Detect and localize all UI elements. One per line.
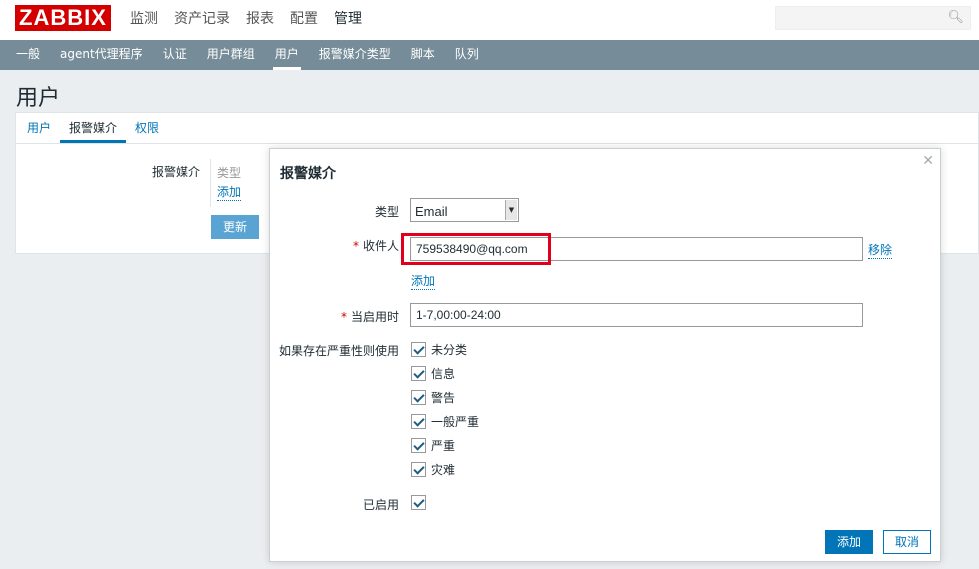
subnav-users[interactable]: 用户 bbox=[265, 40, 309, 70]
close-icon[interactable]: ✕ bbox=[922, 153, 934, 169]
search-icon[interactable]: 🔍︎ bbox=[947, 10, 964, 25]
subnav-authentication[interactable]: 认证 bbox=[153, 40, 197, 70]
dialog-title: 报警媒介 bbox=[280, 166, 336, 182]
required-asterisk: * bbox=[352, 239, 359, 253]
menu-monitoring[interactable]: 监测 bbox=[122, 0, 166, 40]
sub-nav: 一般 agent代理程序 认证 用户群组 用户 报警媒介类型 脚本 队列 bbox=[0, 40, 979, 70]
tab-user[interactable]: 用户 bbox=[18, 113, 60, 143]
chevron-down-icon[interactable]: ▼ bbox=[505, 200, 517, 220]
page-title: 用户 bbox=[16, 86, 61, 111]
subnav-proxies[interactable]: agent代理程序 bbox=[50, 40, 153, 70]
checkbox[interactable] bbox=[411, 414, 426, 429]
severity-average[interactable]: 一般严重 bbox=[411, 413, 479, 430]
main-menu: 监测 资产记录 报表 配置 管理 bbox=[122, 0, 370, 40]
severity-not-classified[interactable]: 未分类 bbox=[411, 341, 467, 358]
type-select-value: Email bbox=[415, 204, 448, 219]
type-label: 类型 bbox=[374, 205, 399, 219]
checkbox[interactable] bbox=[411, 366, 426, 381]
cancel-button[interactable]: 取消 bbox=[883, 530, 931, 554]
type-select[interactable]: Email ▼ bbox=[410, 198, 519, 222]
subnav-user-groups[interactable]: 用户群组 bbox=[197, 40, 265, 70]
menu-administration[interactable]: 管理 bbox=[326, 0, 370, 40]
when-active-input[interactable]: 1-7,00:00-24:00 bbox=[410, 303, 863, 327]
when-active-label: * 当启用时 bbox=[340, 310, 399, 324]
media-label: 报警媒介 bbox=[152, 165, 201, 179]
checkbox[interactable] bbox=[411, 342, 426, 357]
checkbox[interactable] bbox=[411, 438, 426, 453]
media-dialog: 报警媒介 ✕ 类型 Email ▼ * 收件人 759538490@qq.com … bbox=[269, 148, 941, 562]
tab-permissions[interactable]: 权限 bbox=[126, 113, 168, 143]
add-button[interactable]: 添加 bbox=[825, 530, 873, 554]
severity-information[interactable]: 信息 bbox=[411, 365, 455, 382]
update-button[interactable]: 更新 bbox=[211, 215, 259, 239]
annotation-highlight-box bbox=[401, 233, 551, 265]
menu-configuration[interactable]: 配置 bbox=[282, 0, 326, 40]
remove-recipient-link[interactable]: 移除 bbox=[868, 241, 893, 259]
zabbix-logo[interactable]: ZABBIX bbox=[15, 5, 111, 31]
top-bar: ZABBIX 监测 资产记录 报表 配置 管理 🔍︎ bbox=[0, 0, 979, 40]
severity-disaster[interactable]: 灾难 bbox=[411, 461, 455, 478]
required-asterisk: * bbox=[340, 310, 347, 324]
media-table-header-type: 类型 bbox=[217, 166, 242, 180]
media-add-link[interactable]: 添加 bbox=[217, 183, 242, 201]
checkbox[interactable] bbox=[411, 495, 426, 510]
menu-reports[interactable]: 报表 bbox=[238, 0, 282, 40]
tab-media[interactable]: 报警媒介 bbox=[60, 113, 127, 143]
severity-warning[interactable]: 警告 bbox=[411, 389, 455, 406]
recipient-label: * 收件人 bbox=[352, 239, 399, 253]
severity-label: 如果存在严重性则使用 bbox=[278, 344, 399, 358]
menu-inventory[interactable]: 资产记录 bbox=[166, 0, 238, 40]
user-tabs: 用户 报警媒介 权限 bbox=[16, 113, 978, 144]
enabled-checkbox[interactable] bbox=[411, 495, 431, 510]
checkbox[interactable] bbox=[411, 390, 426, 405]
subnav-media-types[interactable]: 报警媒介类型 bbox=[309, 40, 401, 70]
subnav-general[interactable]: 一般 bbox=[6, 40, 50, 70]
enabled-label: 已启用 bbox=[362, 498, 399, 512]
severity-high[interactable]: 严重 bbox=[411, 437, 455, 454]
subnav-queue[interactable]: 队列 bbox=[445, 40, 489, 70]
add-recipient-link[interactable]: 添加 bbox=[411, 272, 436, 290]
subnav-scripts[interactable]: 脚本 bbox=[401, 40, 445, 70]
search-input[interactable]: 🔍︎ bbox=[775, 6, 971, 30]
checkbox[interactable] bbox=[411, 462, 426, 477]
